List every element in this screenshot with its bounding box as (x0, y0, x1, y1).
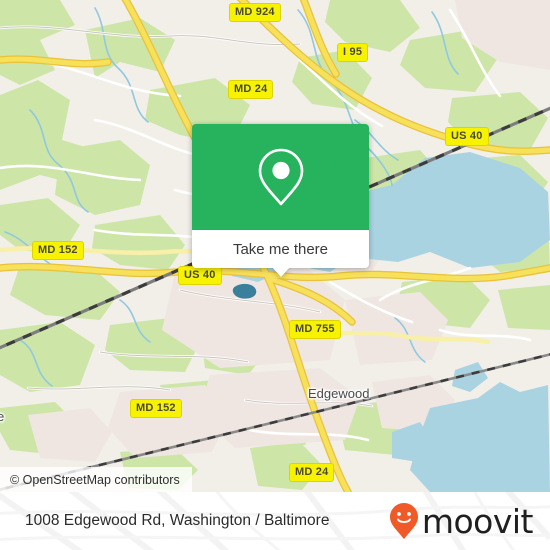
moovit-logo[interactable]: moovit (389, 492, 534, 550)
map-canvas[interactable]: Edgewood e MD 924 I 95 MD 24 US 40 MD 15… (0, 0, 550, 492)
road-shield-md-24-south[interactable]: MD 24 (289, 463, 335, 482)
take-me-there-label: Take me there (232, 240, 329, 258)
road-shield-us-40-center[interactable]: US 40 (178, 266, 222, 285)
footer-bar: 1008 Edgewood Rd, Washington / Baltimore… (0, 492, 550, 550)
map-pin-icon (258, 148, 303, 206)
address-text: 1008 Edgewood Rd, Washington / Baltimore (25, 512, 330, 529)
place-label-edgewood: Edgewood (308, 386, 370, 401)
attribution-text: © OpenStreetMap contributors (10, 472, 180, 487)
popup-action-bar[interactable]: Take me there (192, 230, 369, 268)
road-shield-md-924[interactable]: MD 924 (229, 3, 281, 22)
location-popup-card[interactable]: Take me there (192, 124, 369, 277)
popup-icon-panel (192, 124, 369, 230)
place-label-partial: e (0, 409, 5, 424)
road-shield-md-152-south[interactable]: MD 152 (130, 399, 182, 418)
moovit-wordmark: moovit (421, 501, 534, 541)
moovit-pin-smiley-icon (389, 503, 418, 539)
footer-address: 1008 Edgewood Rd, Washington / Baltimore (25, 492, 329, 550)
road-shield-i-95[interactable]: I 95 (337, 43, 369, 62)
road-shield-md-152-west[interactable]: MD 152 (32, 241, 84, 260)
road-shield-md-755[interactable]: MD 755 (289, 320, 341, 339)
road-shield-md-24-north[interactable]: MD 24 (228, 80, 274, 99)
popup-pointer-tail (271, 267, 290, 277)
moovit-map-screenshot: Edgewood e MD 924 I 95 MD 24 US 40 MD 15… (0, 0, 550, 550)
map-attribution[interactable]: © OpenStreetMap contributors (0, 467, 192, 492)
road-shield-us-40-east[interactable]: US 40 (445, 127, 489, 146)
